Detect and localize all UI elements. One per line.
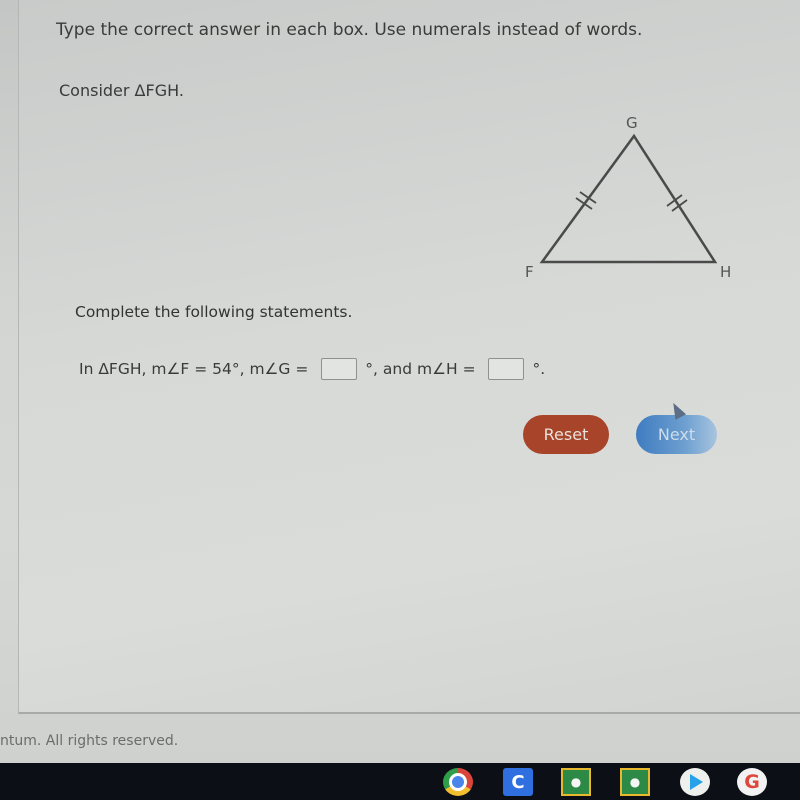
chrome-icon[interactable] [443,768,473,796]
next-button[interactable]: Next [636,415,717,454]
complete-prompt: Complete the following statements. [75,303,353,321]
play-triangle-icon [690,774,703,790]
google-classroom-icon[interactable]: ● [561,768,591,796]
triangle-fgh [539,133,718,264]
angle-statement: In ΔFGH, m∠F = 54°, m∠G = °, and m∠H = °… [79,356,545,382]
google-icon[interactable]: G [737,768,767,796]
triangle-svg: G F H [525,114,731,281]
angle-h-input[interactable] [488,358,525,380]
angle-g-input[interactable] [321,358,358,380]
vertex-label-h: H [720,263,731,281]
reset-button[interactable]: Reset [523,415,609,454]
chrome-icon-center [449,773,467,791]
consider-text: Consider ΔFGH. [59,81,184,100]
c-app-icon[interactable]: C [503,768,533,796]
vertex-label-f: F [525,263,534,281]
triangle-figure: G F H [510,105,760,290]
copyright-footer: ntum. All rights reserved. [0,733,179,749]
statement-part-3: °. [532,360,546,378]
play-store-icon[interactable] [680,768,710,796]
google-classroom-icon-2[interactable]: ● [620,768,650,796]
browser-page: Type the correct answer in each box. Use… [0,0,800,763]
vertex-label-g: G [626,114,638,132]
statement-part-1: In ΔFGH, m∠F = 54°, m∠G = [79,360,314,378]
statement-part-2: °, and m∠H = [365,360,481,378]
instructions-text: Type the correct answer in each box. Use… [56,20,643,40]
